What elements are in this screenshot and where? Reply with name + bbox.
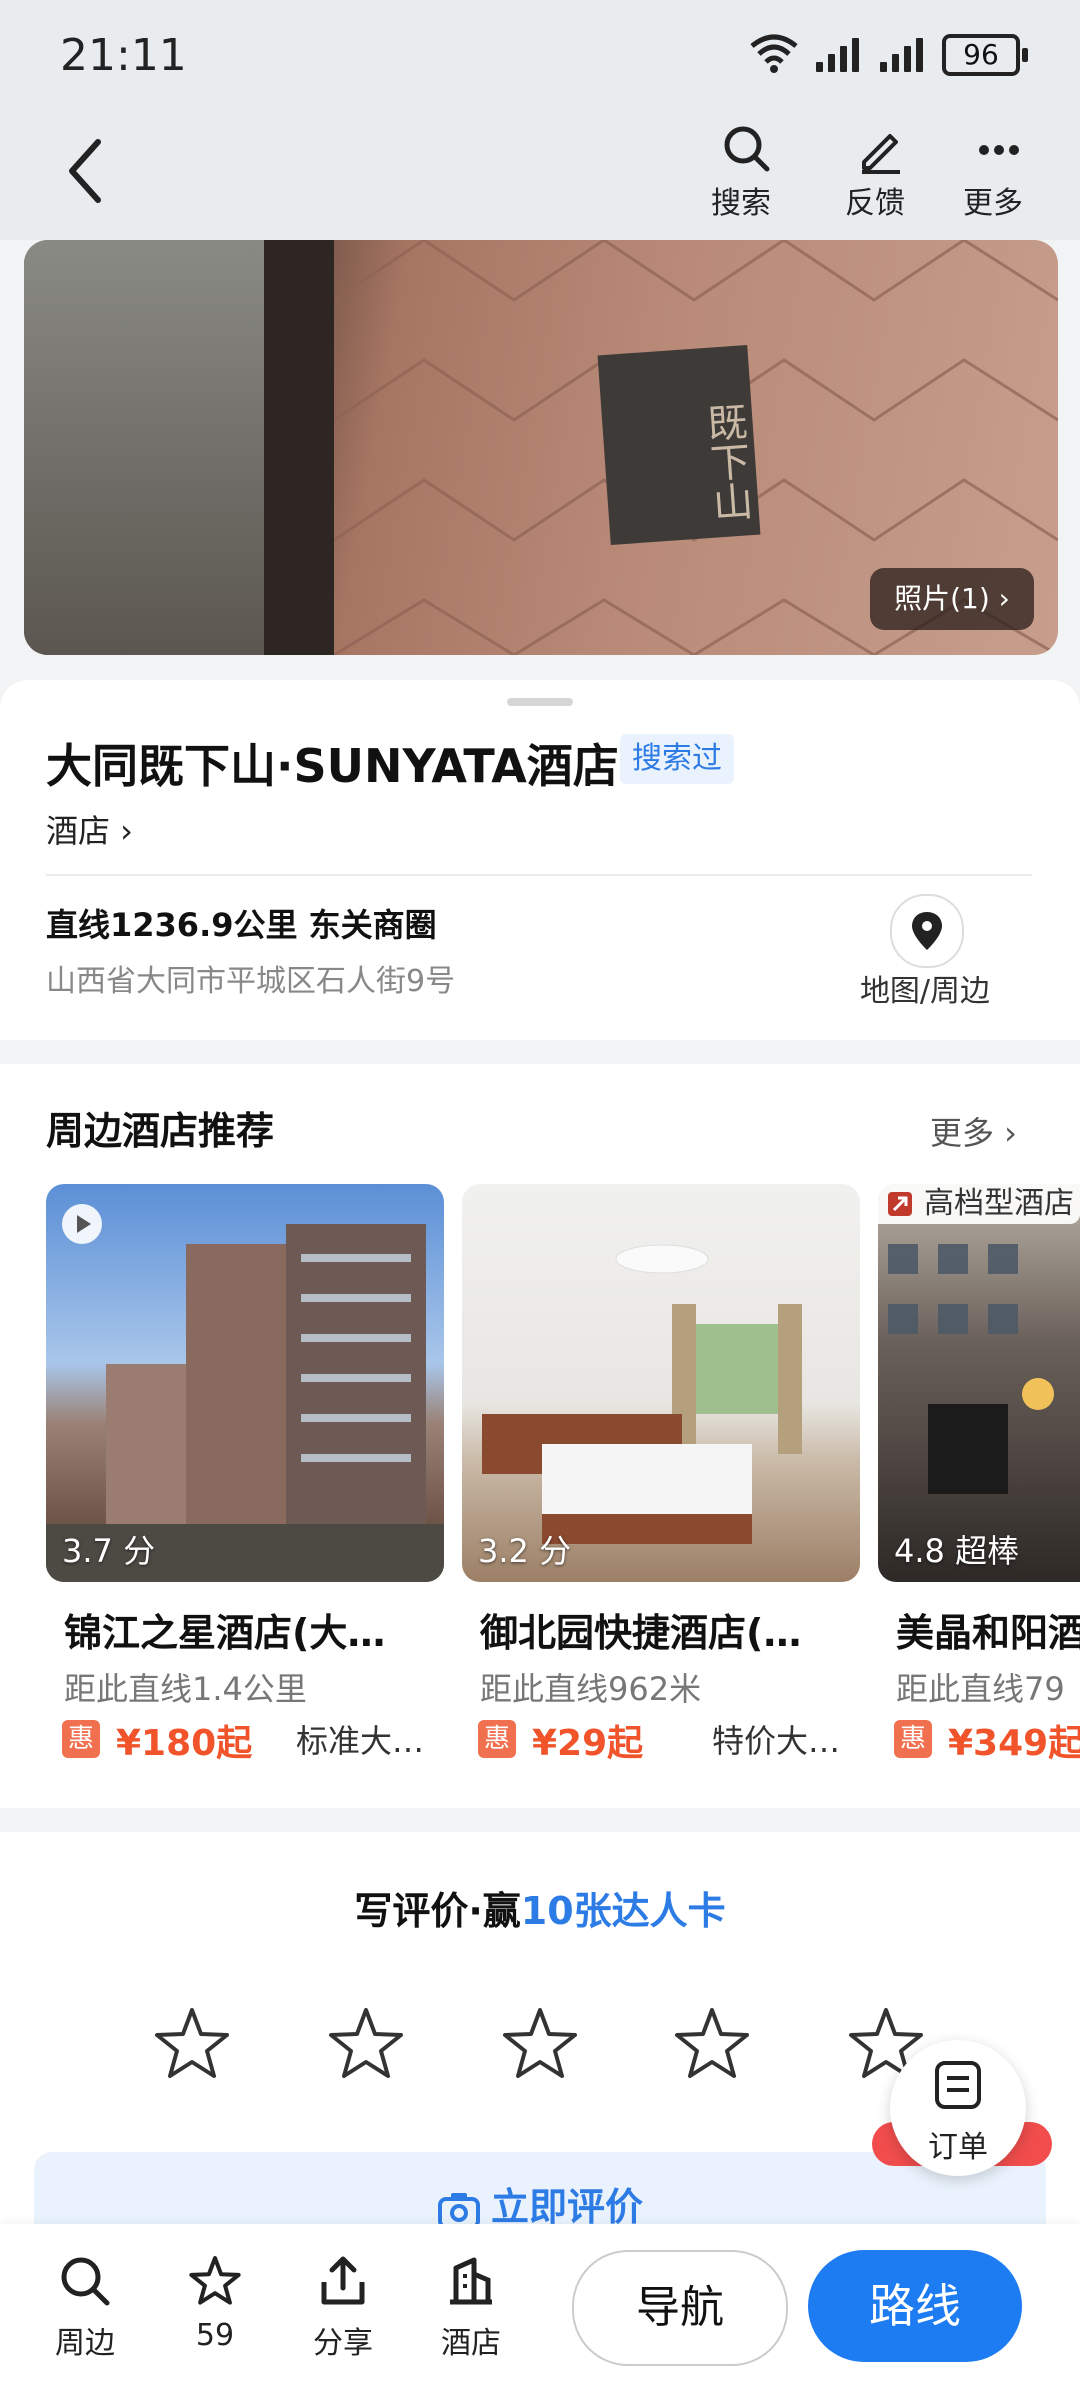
share-icon [321, 2256, 365, 2305]
more-dots-icon [979, 145, 1019, 155]
search-button[interactable]: 搜索 [686, 110, 796, 240]
order-label[interactable]: 订单 [890, 2122, 1026, 2166]
hotel-image: 3.2 分 [462, 1184, 860, 1582]
star-icon[interactable] [672, 2004, 752, 2084]
discount-badge: 惠 [62, 1720, 100, 1758]
hotel-room-type: 标准大… [296, 1722, 425, 1760]
hotel-room-type: 特价大… [712, 1722, 841, 1760]
hotel-score: 3.2 分 [478, 1532, 572, 1570]
hotel-score: 4.8 超棒 [894, 1532, 1020, 1570]
hotel-name: 美晶和阳酒 [896, 1611, 1080, 1655]
building-icon [450, 2257, 492, 2305]
star-icon [189, 2256, 241, 2305]
edit-icon [862, 134, 900, 174]
photo-pillar [264, 240, 334, 655]
poi-title: 大同既下山·SUNYATA酒店 [46, 739, 619, 793]
hotel-price: ¥29起 [532, 1723, 644, 1764]
route-button[interactable]: 路线 [808, 2250, 1022, 2362]
nearby-tab-button[interactable]: 周边 [30, 2254, 140, 2362]
hotel-image: 高档型酒店 4.8 超棒 [878, 1184, 1080, 1582]
star-icon[interactable] [152, 2004, 232, 2084]
poi-address: 山西省大同市平城区石人街9号 [46, 964, 456, 999]
discount-badge: 惠 [478, 1720, 516, 1758]
navigate-button[interactable]: 导航 [572, 2250, 788, 2366]
hotel-name: 锦江之星酒店(大… [64, 1611, 386, 1655]
status-time: 21:11 [60, 30, 187, 81]
write-review-label: 立即评价 [490, 2185, 643, 2229]
review-title-highlight: 10张达人卡 [520, 1889, 726, 1933]
map-nearby-label[interactable]: 地图/周边 [850, 966, 1000, 1010]
back-arrow-icon[interactable] [64, 138, 104, 204]
star-icon[interactable] [326, 2004, 406, 2084]
more-button[interactable]: 更多 [938, 110, 1048, 240]
hotel-distance: 距此直线79 [896, 1670, 1065, 1708]
review-title-prefix: 写评价·赢 [354, 1889, 521, 1933]
wifi-icon [750, 34, 798, 73]
nearby-more-link[interactable]: 更多 › [930, 1108, 1017, 1154]
hotel-card-clip: 高档型酒店 4.8 超棒 美晶和阳酒 距此直线79 惠 ¥349起 [878, 1184, 1080, 1784]
discount-badge: 惠 [894, 1720, 932, 1758]
map-nearby-button[interactable] [890, 894, 964, 968]
feedback-label: 反馈 [845, 186, 905, 221]
hotel-price: ¥349起 [948, 1723, 1080, 1764]
hotel-distance: 距此直线1.4公里 [64, 1670, 307, 1708]
more-label: 更多 [963, 186, 1023, 221]
searched-tag: 搜索过 [620, 734, 734, 784]
hotel-plaque: 既下山 [597, 344, 761, 546]
hotel-name: 御北园快捷酒店(… [480, 1611, 802, 1655]
hotel-grade-icon [888, 1192, 912, 1216]
review-title: 写评价·赢10张达人卡 [0, 1880, 1080, 1935]
nearby-tab-label: 周边 [55, 2326, 115, 2361]
nearby-title: 周边酒店推荐 [46, 1109, 275, 1153]
photo-count-button[interactable]: 照片(1) › [870, 568, 1034, 630]
share-button[interactable]: 分享 [288, 2254, 398, 2362]
hotel-tab-label: 酒店 [441, 2326, 501, 2361]
grade-tag: 高档型酒店 [878, 1184, 1080, 1224]
hotel-tab-button[interactable]: 酒店 [416, 2254, 526, 2362]
poi-distance: 直线1236.9公里 东关商圈 [46, 906, 437, 944]
hotel-distance: 距此直线962米 [480, 1670, 702, 1708]
signal-icon-1 [816, 36, 866, 72]
signal-icon-2 [880, 36, 930, 72]
divider [46, 874, 1032, 876]
drag-handle[interactable] [507, 698, 573, 706]
grade-tag-label: 高档型酒店 [924, 1186, 1074, 1221]
location-pin-icon [912, 912, 942, 950]
search-label: 搜索 [711, 186, 771, 221]
share-label: 分享 [313, 2326, 373, 2361]
hotel-image: 3.7 分 [46, 1184, 444, 1582]
hotel-price: ¥180起 [116, 1723, 253, 1764]
favorite-button[interactable]: 59 [160, 2254, 270, 2353]
star-icon[interactable] [500, 2004, 580, 2084]
photo-doorway [24, 240, 264, 655]
poi-category-link[interactable]: 酒店 › [46, 806, 133, 852]
hotel-score: 3.7 分 [62, 1532, 156, 1570]
feedback-button[interactable]: 反馈 [820, 110, 930, 240]
order-list-icon [935, 2061, 981, 2109]
search-icon [61, 2257, 110, 2306]
search-icon [724, 126, 770, 172]
play-video-icon[interactable] [60, 1202, 104, 1246]
favorite-count: 59 [195, 2318, 235, 2353]
battery-indicator: 96 [942, 34, 1028, 76]
